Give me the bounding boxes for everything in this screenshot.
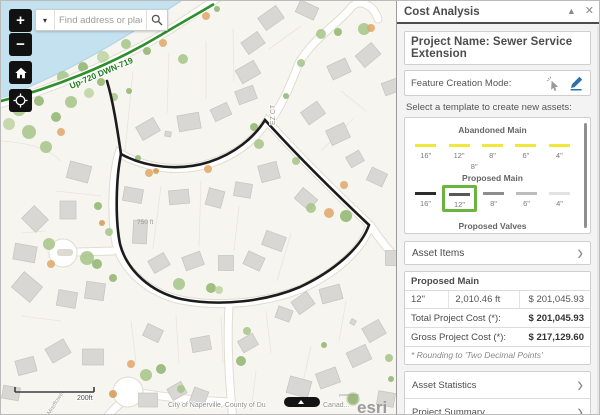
template-label: 12" [449, 200, 470, 209]
locate-button[interactable] [9, 89, 32, 112]
scale-label: 200ft [77, 395, 93, 402]
proposed-line-swatch [516, 192, 537, 195]
map-canvas[interactable]: Up-720 DWN-719 EZ CT 750 ft Mistflower 2… [1, 1, 396, 415]
proposed-valves-title: Proposed Valves [409, 221, 576, 231]
template-picker: Abandoned Main 16" 12" 8" 6" 4" 8" Propo… [404, 117, 591, 234]
asset-items-label: Asset Items [412, 248, 577, 259]
template-prompt: Select a template to create new assets: [406, 102, 589, 113]
draw-mode-pencil-icon[interactable] [568, 75, 584, 91]
template-label: 8" [490, 199, 497, 208]
gross-project-cost-row: Gross Project Cost (*): $ 217,129.60 [405, 328, 590, 347]
total-project-cost-label: Total Project Cost (*): [411, 313, 501, 324]
rounding-footnote: * Rounding to 'Two Decimal Points' [405, 347, 590, 364]
proposed-main-row: 16" 12" 8" 6" 4" [409, 186, 576, 213]
smart-mode-wand-icon[interactable] [546, 76, 561, 91]
template-abandoned-16in[interactable]: 16" [409, 138, 442, 161]
proposed-line-swatch [549, 192, 570, 195]
abandoned-line-swatch [549, 144, 570, 147]
search-widget: ▾ [35, 9, 168, 31]
total-project-cost-value: $ 201,045.93 [529, 313, 584, 324]
asset-size: 12" [405, 291, 449, 308]
template-label: 16" [420, 151, 431, 160]
proposed-main-title: Proposed Main [409, 173, 576, 183]
search-button[interactable] [146, 10, 167, 30]
abandoned-line-swatch [482, 144, 503, 147]
zoom-out-button[interactable]: − [9, 33, 32, 56]
close-icon[interactable]: ✕ [585, 6, 594, 17]
abandoned-line-swatch [515, 144, 536, 147]
cost-summary-table: Proposed Main 12" 2,010.46 ft $ 201,045.… [404, 271, 591, 365]
panel-title: Cost Analysis [404, 6, 558, 18]
home-icon [14, 66, 28, 80]
locate-icon [13, 93, 28, 108]
street-label-ez-ct: EZ CT [270, 104, 277, 125]
home-button[interactable] [9, 61, 32, 84]
asset-items-expander[interactable]: Asset Items › [404, 241, 591, 265]
collapse-icon[interactable]: ▲ [567, 7, 576, 16]
project-name: Project Name: Sewer Service Extension [404, 31, 591, 65]
gross-project-cost-label: Gross Project Cost (*): [411, 332, 506, 343]
abandoned-main-title: Abandoned Main [409, 125, 576, 135]
template-proposed-12in-selected[interactable]: 12" [442, 186, 477, 213]
attribution-left: City of Naperville, County of Du [168, 402, 266, 409]
feature-creation-mode: Feature Creation Mode: [404, 70, 591, 96]
asset-length: 2,010.46 ft [449, 291, 519, 308]
proposed-line-swatch [483, 192, 504, 195]
abandoned-line-swatch [449, 144, 470, 147]
chevron-right-icon: › [577, 405, 583, 415]
map-area[interactable]: Up-720 DWN-719 EZ CT 750 ft Mistflower 2… [1, 1, 396, 415]
template-proposed-4in[interactable]: 4" [543, 186, 576, 213]
search-source-dropdown[interactable]: ▾ [36, 10, 55, 30]
panel-header: Cost Analysis ▲ ✕ [397, 1, 600, 24]
template-label: 6" [523, 151, 530, 160]
template-abandoned-8in[interactable]: 8" [476, 138, 509, 161]
search-icon [151, 14, 163, 26]
template-abandoned-12in[interactable]: 12" [442, 138, 475, 161]
project-summary-label: Project Summary [412, 407, 577, 415]
template-label: 8" [489, 151, 496, 160]
asset-statistics-label: Asset Statistics [412, 380, 577, 391]
app-window: Up-720 DWN-719 EZ CT 750 ft Mistflower 2… [0, 0, 600, 415]
chevron-right-icon: › [577, 246, 583, 261]
abandoned-main-row: 16" 12" 8" 6" 4" [409, 138, 576, 161]
extra-sections: Asset Statistics › Project Summary › [404, 371, 591, 415]
project-summary-expander[interactable]: Project Summary › [405, 398, 590, 415]
template-label: 4" [556, 151, 563, 160]
zoom-in-button[interactable]: + [9, 9, 32, 32]
cost-table-row: 12" 2,010.46 ft $ 201,045.93 [405, 291, 590, 309]
feature-creation-mode-label: Feature Creation Mode: [411, 78, 546, 89]
template-abandoned-8in-extra[interactable]: 8" [409, 162, 576, 171]
selected-template-highlight: 12" [442, 185, 477, 212]
template-abandoned-4in[interactable]: 4" [543, 138, 576, 161]
template-proposed-6in[interactable]: 6" [510, 186, 543, 213]
abandoned-line-swatch [415, 144, 436, 147]
proposed-line-swatch [415, 192, 436, 195]
template-label: 4" [556, 199, 563, 208]
total-project-cost-row: Total Project Cost (*): $ 201,045.93 [405, 309, 590, 328]
template-proposed-8in[interactable]: 8" [477, 186, 510, 213]
cost-analysis-panel: Cost Analysis ▲ ✕ Project Name: Sewer Se… [396, 1, 600, 414]
panel-body: Project Name: Sewer Service Extension Fe… [397, 24, 600, 415]
template-proposed-16in[interactable]: 16" [409, 186, 442, 213]
attribution-right: Canad... [323, 402, 350, 409]
powered-by-label: powered by [339, 393, 359, 397]
attribution-toggle[interactable] [284, 397, 320, 407]
template-label: 6" [523, 199, 530, 208]
template-abandoned-6in[interactable]: 6" [509, 138, 542, 161]
template-scrollbar[interactable] [584, 123, 587, 228]
proposed-line-swatch [449, 193, 470, 196]
template-label: 12" [454, 151, 465, 160]
template-label: 16" [420, 199, 431, 208]
cost-group-header: Proposed Main [405, 272, 590, 291]
chevron-right-icon: › [577, 378, 583, 393]
asset-statistics-expander[interactable]: Asset Statistics › [405, 372, 590, 398]
esri-label: esri [357, 398, 387, 415]
asset-cost: $ 201,045.93 [520, 291, 590, 308]
parcel-dim-label: 750 ft [137, 219, 153, 226]
search-input[interactable] [55, 10, 146, 30]
gross-project-cost-value: $ 217,129.60 [529, 332, 584, 343]
